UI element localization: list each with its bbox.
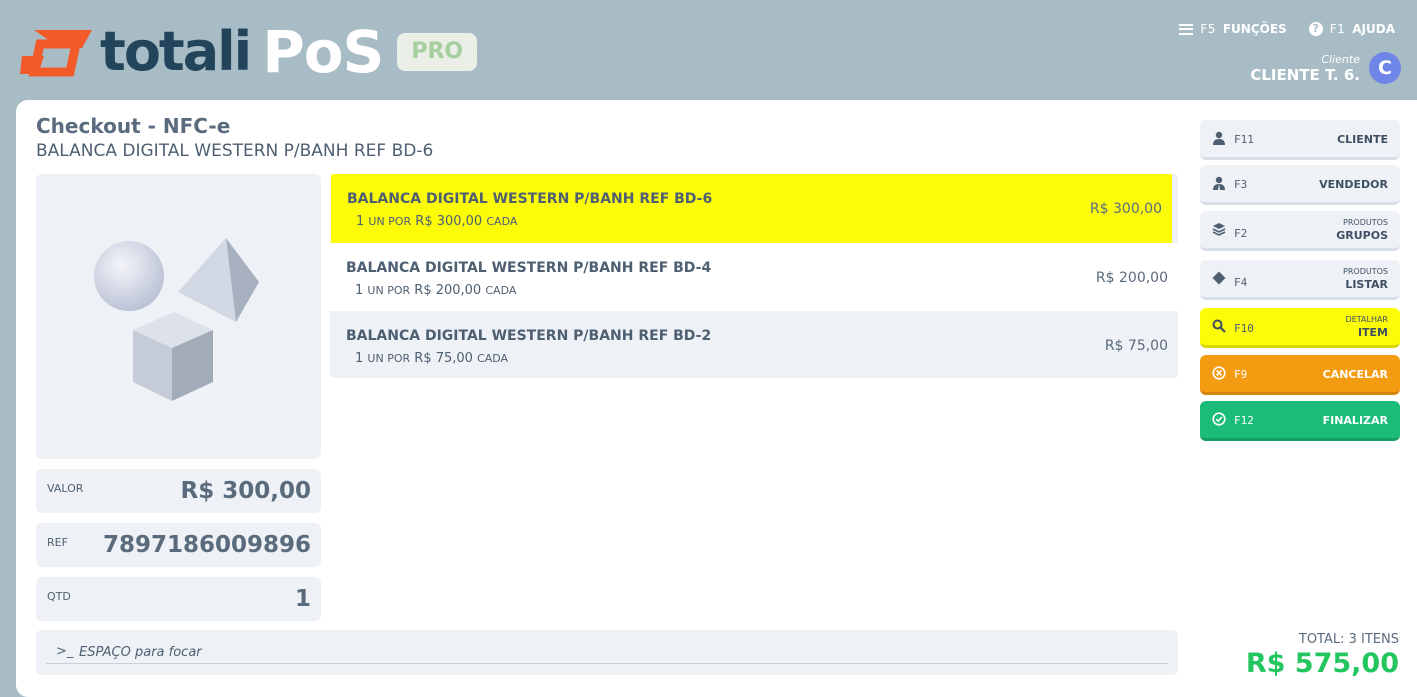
cart-items-list: BALANCA DIGITAL WESTERN P/BANH REF BD-6 … <box>330 174 1178 378</box>
qtd-field: QTD 1 <box>36 577 321 621</box>
item-name: BALANCA DIGITAL WESTERN P/BANH REF BD-4 <box>346 260 712 276</box>
finalize-button-label: FINALIZAR <box>1322 414 1388 427</box>
seller-button[interactable]: F3 VENDEDOR <box>1200 165 1400 205</box>
detail-key: F10 <box>1234 322 1254 335</box>
item-price: R$ 300,00 <box>1089 201 1162 217</box>
total-value: R$ 575,00 <box>1245 648 1399 679</box>
command-placeholder: ESPAÇO para focar <box>79 645 202 660</box>
terminal-prompt-icon: >_ <box>56 644 74 659</box>
groups-button-label: PRODUTOS GRUPOS <box>1336 218 1388 242</box>
logo-product: PoS <box>262 18 384 86</box>
client-name: CLIENTE T. 6. <box>1250 65 1360 84</box>
help-label: AJUDA <box>1352 22 1395 36</box>
client-label: Cliente <box>1321 52 1360 66</box>
cancel-key: F9 <box>1234 368 1248 381</box>
item-name: BALANCA DIGITAL WESTERN P/BANH REF BD-2 <box>346 328 712 344</box>
diamond-icon <box>1212 271 1226 285</box>
cart-item-row[interactable]: BALANCA DIGITAL WESTERN P/BANH REF BD-4 … <box>330 243 1178 311</box>
qtd-value: 1 <box>294 586 311 612</box>
list-key: F4 <box>1234 276 1248 289</box>
valor-field: VALOR R$ 300,00 <box>36 469 321 513</box>
logo-mark-icon <box>20 30 92 77</box>
shapes-placeholder-icon <box>94 238 259 401</box>
check-circle-icon <box>1212 412 1226 426</box>
ref-field: REF 7897186009896 <box>36 523 321 567</box>
ref-label: REF <box>47 536 68 549</box>
product-list-button[interactable]: F4 PRODUTOS LISTAR <box>1200 260 1400 300</box>
avatar[interactable]: C <box>1369 52 1401 84</box>
command-input[interactable]: >_ ESPAÇO para focar <box>36 630 1178 675</box>
product-image-placeholder <box>36 174 321 459</box>
user-icon <box>1213 131 1225 145</box>
client-info[interactable]: Cliente CLIENTE T. 6. C <box>1250 52 1401 84</box>
total-label: TOTAL: 3 ITENS <box>1298 632 1399 647</box>
item-detail: 1 UN POR R$ 75,00 CADA <box>355 351 509 366</box>
current-item-name: BALANCA DIGITAL WESTERN P/BANH REF BD-6 <box>36 141 434 161</box>
client-key: F11 <box>1234 133 1254 146</box>
functions-menu-button[interactable]: F5 FUNÇÕES <box>1179 22 1287 36</box>
seller-key: F3 <box>1234 178 1248 191</box>
item-price: R$ 75,00 <box>1104 338 1168 354</box>
groups-key: F2 <box>1234 227 1248 240</box>
functions-key: F5 <box>1200 22 1216 36</box>
seller-icon <box>1213 176 1225 190</box>
app-logo: totali PoS PRO <box>20 18 478 86</box>
order-total: TOTAL: 3 ITENS R$ 575,00 <box>1246 632 1399 679</box>
logo-badge: PRO <box>397 33 478 71</box>
top-nav: F5 FUNÇÕES ? F1 AJUDA <box>1179 22 1395 36</box>
menu-icon <box>1179 23 1194 35</box>
seller-button-label: VENDEDOR <box>1319 178 1388 191</box>
client-button-label: CLIENTE <box>1337 133 1388 146</box>
ref-value: 7897186009896 <box>102 532 311 558</box>
finalize-button[interactable]: F12 FINALIZAR <box>1200 401 1400 441</box>
valor-value: R$ 300,00 <box>180 478 311 504</box>
item-name: BALANCA DIGITAL WESTERN P/BANH REF BD-6 <box>347 191 713 207</box>
help-icon: ? <box>1308 22 1323 36</box>
qtd-label: QTD <box>47 590 71 603</box>
list-button-label: PRODUTOS LISTAR <box>1343 267 1388 291</box>
checkout-panel: Checkout - NFC-e BALANCA DIGITAL WESTERN… <box>16 100 1417 697</box>
detail-button-label: DETALHAR ITEM <box>1345 315 1388 339</box>
search-icon <box>1212 319 1226 333</box>
client-button[interactable]: F11 CLIENTE <box>1200 120 1400 160</box>
cancel-button[interactable]: F9 CANCELAR <box>1200 355 1400 395</box>
help-key: F1 <box>1329 22 1346 36</box>
help-button[interactable]: ? F1 AJUDA <box>1308 22 1395 36</box>
finalize-key: F12 <box>1234 414 1254 427</box>
layers-icon <box>1212 223 1226 236</box>
cart-item-row[interactable]: BALANCA DIGITAL WESTERN P/BANH REF BD-2 … <box>330 311 1178 378</box>
item-detail: 1 UN POR R$ 300,00 CADA <box>356 214 518 229</box>
input-underline <box>46 663 1168 664</box>
valor-label: VALOR <box>47 482 84 495</box>
product-groups-button[interactable]: F2 PRODUTOS GRUPOS <box>1200 211 1400 251</box>
logo-brand: totali <box>100 20 252 83</box>
cart-item-row[interactable]: BALANCA DIGITAL WESTERN P/BANH REF BD-6 … <box>331 174 1172 243</box>
page-title: Checkout - NFC-e <box>36 114 231 138</box>
cancel-icon <box>1212 366 1226 380</box>
cancel-button-label: CANCELAR <box>1322 368 1388 381</box>
item-detail-button[interactable]: F10 DETALHAR ITEM <box>1200 308 1400 348</box>
item-price: R$ 200,00 <box>1095 270 1168 286</box>
functions-label: FUNÇÕES <box>1222 22 1287 36</box>
item-detail: 1 UN POR R$ 200,00 CADA <box>355 283 517 298</box>
